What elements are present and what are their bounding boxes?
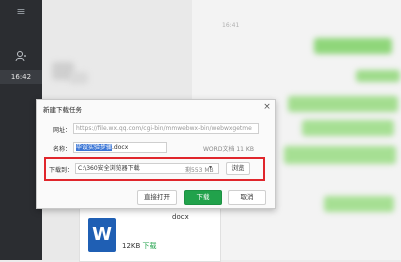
menu-icon[interactable]: ≡ bbox=[8, 5, 34, 19]
highlight-box bbox=[44, 157, 265, 181]
cancel-button[interactable]: 取消 bbox=[228, 190, 266, 205]
download-button[interactable]: 下载 bbox=[184, 190, 222, 205]
new-download-dialog: 新建下载任务 × 网址： https://file.wx.qq.com/cgi-… bbox=[36, 99, 276, 209]
name-extension: .docx bbox=[112, 144, 129, 151]
name-field[interactable]: 毕设实验步骤.docx bbox=[73, 142, 167, 153]
close-icon[interactable]: × bbox=[261, 101, 273, 113]
url-label: 网址： bbox=[53, 127, 72, 134]
name-label: 名称： bbox=[53, 146, 72, 153]
file-message-card[interactable]: W docx 12KB 下载 bbox=[79, 207, 221, 262]
contacts-icon[interactable] bbox=[0, 45, 42, 67]
chat-time-stamp: 16:41 bbox=[222, 22, 240, 29]
direct-open-button[interactable]: 直接打开 bbox=[137, 190, 177, 205]
file-info: WORD文档 11 KB bbox=[203, 146, 254, 153]
file-download-link[interactable]: 下载 bbox=[143, 242, 157, 250]
name-selected-text: 毕设实验步骤 bbox=[76, 144, 113, 151]
url-field[interactable]: https://file.wx.qq.com/cgi-bin/mmwebwx-b… bbox=[73, 123, 259, 134]
word-file-icon: W bbox=[88, 218, 116, 252]
file-name: docx bbox=[172, 213, 189, 221]
file-size-line: 12KB 下载 bbox=[122, 241, 157, 251]
file-size: 12KB bbox=[122, 242, 141, 250]
dialog-title: 新建下载任务 bbox=[43, 106, 82, 114]
sidebar-time: 16:42 bbox=[0, 70, 42, 84]
